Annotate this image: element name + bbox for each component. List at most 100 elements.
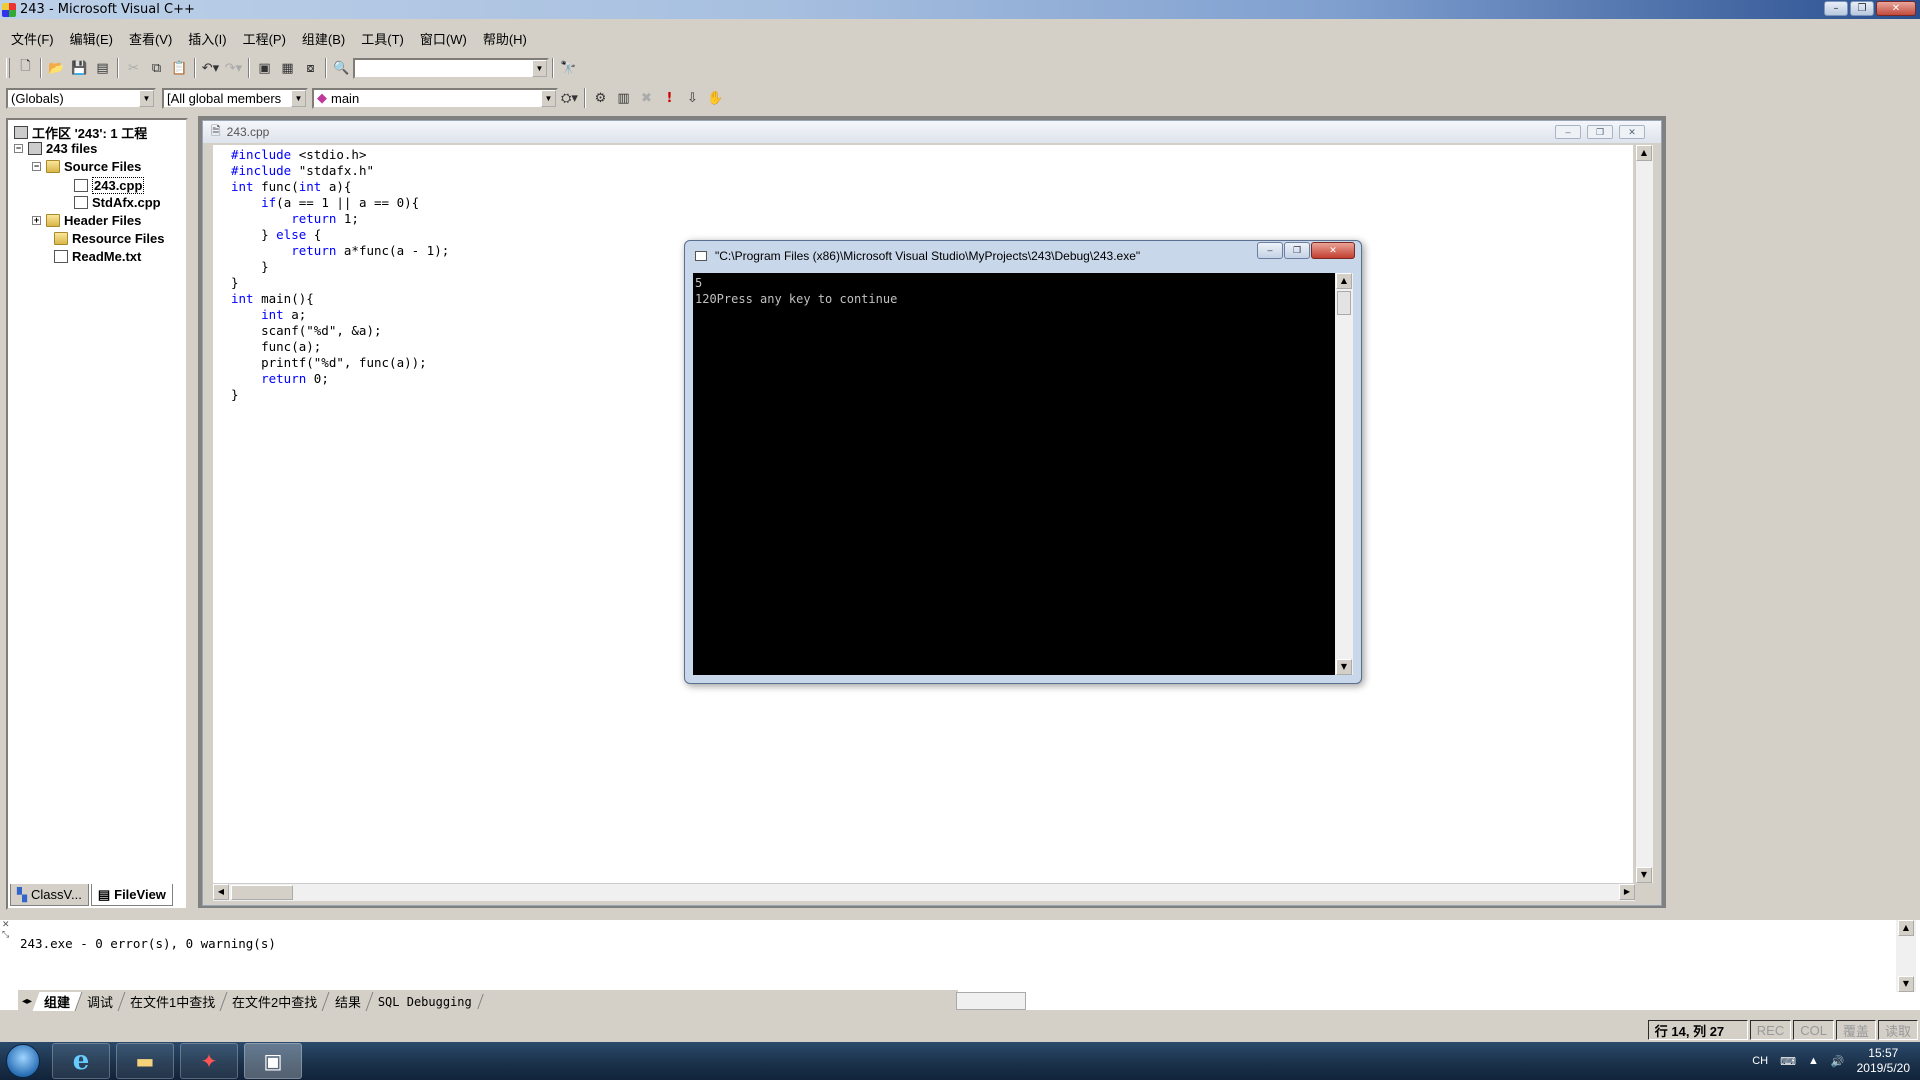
expand-icon[interactable]: + — [32, 216, 41, 225]
build-icon[interactable]: ▥ — [612, 87, 635, 109]
tree-readme[interactable]: ReadMe.txt — [54, 249, 141, 264]
menu-bar: 文件(F) 编辑(E) 查看(V) 插入(I) 工程(P) 组建(B) 工具(T… — [0, 27, 1920, 49]
menu-file[interactable]: 文件(F) — [8, 27, 57, 50]
output-horizontal-scrollbar[interactable] — [956, 992, 1026, 1010]
stop-build-icon[interactable]: ✖ — [635, 87, 658, 109]
taskbar-internet-explorer-icon[interactable]: e — [52, 1043, 110, 1079]
maximize-button[interactable]: ❐ — [1850, 1, 1874, 16]
scroll-down-icon[interactable]: ▼ — [1898, 976, 1914, 992]
scroll-left-icon[interactable]: ◀ — [213, 884, 229, 900]
editor-minimize-button[interactable]: – — [1555, 125, 1581, 139]
scroll-down-icon[interactable]: ▼ — [1336, 659, 1352, 675]
editor-horizontal-scrollbar[interactable]: ◀ ▶ — [213, 883, 1635, 901]
ime-indicator[interactable]: CH — [1752, 1055, 1768, 1067]
find-icon[interactable]: 🔭 — [557, 57, 580, 79]
execute-icon[interactable]: ! — [658, 87, 681, 109]
taskbar-explorer-icon[interactable]: ▬ — [116, 1043, 174, 1079]
editor-close-button[interactable]: ✕ — [1619, 125, 1645, 139]
menu-tools[interactable]: 工具(T) — [358, 27, 407, 50]
console-maximize-button[interactable]: ❐ — [1284, 242, 1310, 259]
paste-icon[interactable]: 📋 — [168, 57, 191, 79]
copy-icon[interactable]: ⧉ — [145, 57, 168, 79]
tab-results[interactable]: 结果 — [323, 991, 374, 1011]
volume-icon[interactable]: 🔊 — [1831, 1055, 1845, 1068]
tab-find-in-files-1[interactable]: 在文件1中查找 — [118, 991, 228, 1011]
menu-insert[interactable]: 插入(I) — [185, 27, 229, 50]
menu-window[interactable]: 窗口(W) — [417, 27, 470, 50]
console-output[interactable]: 5 120Press any key to continue — [693, 273, 1335, 675]
chevron-down-icon[interactable]: ▼ — [532, 59, 547, 77]
keyboard-icon[interactable]: ⌨ — [1780, 1055, 1796, 1068]
toolbar-grip[interactable] — [6, 58, 10, 78]
show-hidden-icons-icon[interactable]: ▲ — [1808, 1055, 1819, 1067]
scroll-right-icon[interactable]: ▶ — [1619, 884, 1635, 900]
cut-icon[interactable]: ✂ — [122, 57, 145, 79]
title-bar[interactable]: 243 - Microsoft Visual C++ – ❐ ✕ — [0, 0, 1920, 19]
tab-build[interactable]: 组建 — [32, 991, 83, 1011]
redo-icon[interactable]: ↷▾ — [222, 57, 245, 79]
start-button[interactable] — [0, 1042, 46, 1080]
console-minimize-button[interactable]: – — [1257, 242, 1283, 259]
chevron-down-icon[interactable]: ▼ — [291, 89, 306, 107]
tree-resource-files[interactable]: Resource Files — [54, 231, 165, 246]
collapse-icon[interactable]: − — [14, 144, 23, 153]
editor-vertical-scrollbar[interactable]: ▲ ▼ — [1635, 145, 1653, 883]
tab-scroll-arrows[interactable]: ◂▸ — [18, 996, 36, 1007]
tree-workspace-root[interactable]: 工作区 '243': 1 工程 — [14, 123, 147, 142]
breakpoint-hand-icon[interactable]: ✋ — [704, 87, 727, 109]
console-title-bar[interactable]: "C:\Program Files (x86)\Microsoft Visual… — [685, 241, 1361, 271]
console-scrollbar[interactable]: ▲ ▼ — [1335, 273, 1353, 675]
workspace-toggle-icon[interactable]: ▣ — [253, 57, 276, 79]
tree-file-243cpp[interactable]: 243.cpp — [74, 177, 145, 194]
windows-list-icon[interactable]: ⧇ — [299, 57, 322, 79]
menu-help[interactable]: 帮助(H) — [480, 27, 530, 50]
save-icon[interactable]: 💾 — [68, 57, 91, 79]
clock[interactable]: 15:57 2019/5/20 — [1857, 1046, 1910, 1076]
tree-source-files[interactable]: − Source Files — [32, 159, 141, 174]
menu-view[interactable]: 查看(V) — [126, 27, 175, 50]
output-toggle-icon[interactable]: ▦ — [276, 57, 299, 79]
wizard-action-icon[interactable]: ⛭▾ — [558, 87, 581, 109]
tree-project[interactable]: − 243 files — [14, 141, 97, 156]
menu-edit[interactable]: 编辑(E) — [67, 27, 116, 50]
project-icon — [28, 142, 42, 155]
scroll-up-icon[interactable]: ▲ — [1336, 273, 1352, 289]
open-folder-icon[interactable]: 📂 — [45, 57, 68, 79]
class-combo[interactable]: (Globals) ▼ — [6, 87, 156, 109]
undo-icon[interactable]: ↶▾ — [199, 57, 222, 79]
output-panel-close-icon[interactable]: ✕ ⤡ — [2, 920, 16, 950]
find-combo[interactable]: ▼ — [353, 57, 549, 79]
minimize-button[interactable]: – — [1824, 1, 1848, 16]
taskbar-console-icon[interactable]: ▣ — [244, 1043, 302, 1079]
compile-icon[interactable]: ⚙ — [589, 87, 612, 109]
output-scrollbar[interactable]: ▲ ▼ — [1896, 920, 1916, 992]
scroll-up-icon[interactable]: ▲ — [1898, 920, 1914, 936]
go-debug-icon[interactable]: ⇩ — [681, 87, 704, 109]
find-in-files-icon[interactable]: 🔍 — [330, 57, 353, 79]
scroll-down-icon[interactable]: ▼ — [1636, 867, 1652, 883]
console-close-button[interactable]: ✕ — [1311, 242, 1355, 259]
filter-combo[interactable]: [All global members ▼ — [162, 87, 308, 109]
editor-restore-button[interactable]: ❐ — [1587, 125, 1613, 139]
scroll-thumb[interactable] — [231, 885, 293, 900]
chevron-down-icon[interactable]: ▼ — [139, 89, 154, 107]
scroll-thumb[interactable] — [1337, 291, 1351, 315]
menu-project[interactable]: 工程(P) — [240, 27, 289, 50]
member-combo[interactable]: ◆ main ▼ — [312, 87, 558, 109]
chevron-down-icon[interactable]: ▼ — [541, 89, 556, 107]
editor-title-bar[interactable]: 🗎 243.cpp – ❐ ✕ — [203, 121, 1661, 143]
save-all-icon[interactable]: ▤ — [91, 57, 114, 79]
menu-build[interactable]: 组建(B) — [299, 27, 348, 50]
tree-file-stdafx[interactable]: StdAfx.cpp — [74, 195, 161, 210]
scroll-up-icon[interactable]: ▲ — [1636, 145, 1652, 161]
tab-sql-debugging[interactable]: SQL Debugging — [366, 993, 484, 1009]
tab-fileview[interactable]: ▤ FileView — [90, 884, 173, 906]
tab-find-in-files-2[interactable]: 在文件2中查找 — [220, 991, 331, 1011]
taskbar-msvc-icon[interactable]: ✦ — [180, 1043, 238, 1079]
tab-classview[interactable]: ▚ ClassV... — [10, 884, 89, 906]
collapse-icon[interactable]: − — [32, 162, 41, 171]
close-button[interactable]: ✕ — [1876, 1, 1916, 16]
new-file-icon[interactable]: 🗋 — [14, 57, 37, 79]
tree-header-files[interactable]: + Header Files — [32, 213, 141, 228]
tab-debug[interactable]: 调试 — [75, 991, 126, 1011]
